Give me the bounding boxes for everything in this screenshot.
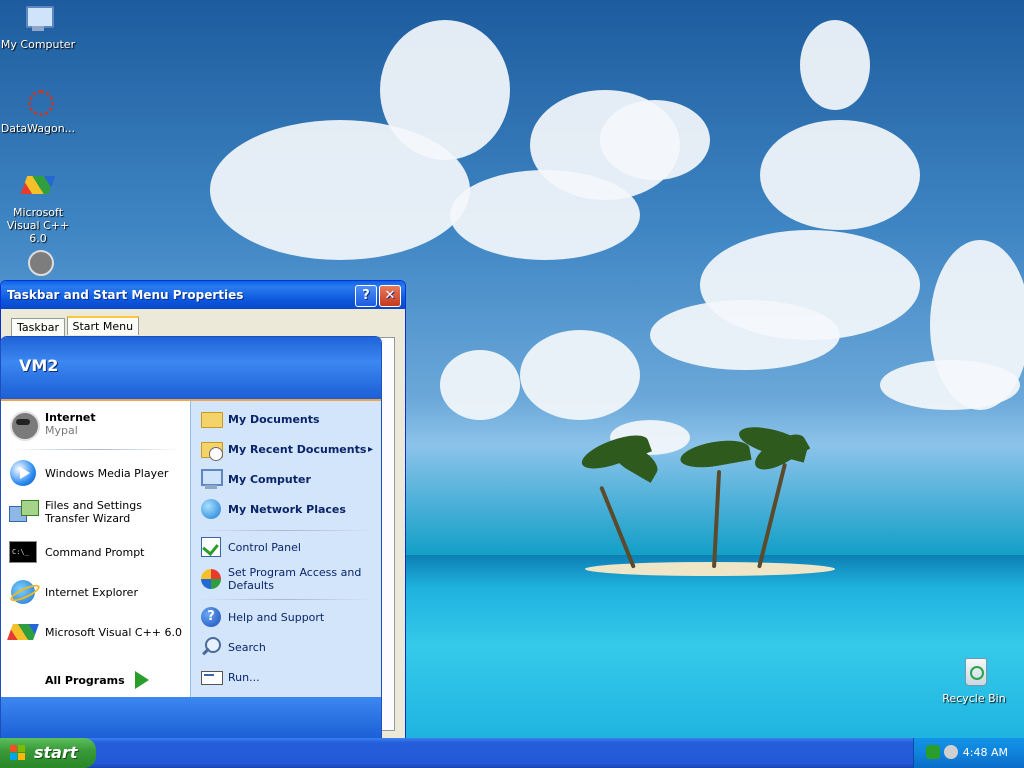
menu-item-label: Help and Support	[228, 610, 325, 624]
menu-item-files-settings-transfer[interactable]: Files and Settings Transfer Wizard	[7, 495, 187, 529]
menu-item-label: Files and Settings Transfer Wizard	[45, 499, 142, 525]
transfer-wizard-icon	[7, 496, 39, 528]
search-icon	[199, 635, 223, 659]
visual-cpp-icon	[20, 170, 56, 202]
windows-logo-icon	[10, 745, 26, 761]
tab-strip: Taskbar Start Menu	[11, 316, 140, 336]
visual-cpp-icon	[7, 616, 39, 648]
start-menu[interactable]: VM2 Internet Mypal Windows Media Player F…	[0, 336, 382, 740]
network-places-icon	[199, 497, 223, 521]
recent-documents-icon	[199, 437, 223, 461]
program-access-icon	[199, 567, 223, 591]
desktop-icon-recycle-bin[interactable]: Recycle Bin	[934, 656, 1014, 705]
submenu-arrow-icon: ▸	[367, 443, 373, 455]
my-computer-icon	[199, 467, 223, 491]
green-arrow-icon	[134, 671, 149, 689]
menu-item-command-prompt[interactable]: C:\_ Command Prompt	[7, 535, 187, 569]
media-player-icon	[7, 457, 39, 489]
run-icon	[199, 665, 223, 689]
menu-item-label: My Network Places	[228, 502, 346, 516]
menu-item-label: Control Panel	[228, 540, 301, 554]
help-icon: ?	[199, 605, 223, 629]
menu-item-label: Windows Media Player	[45, 466, 169, 480]
user-name: VM2	[19, 356, 59, 375]
desktop-icon-visual-cpp[interactable]: Microsoft Visual C++ 6.0	[0, 170, 78, 245]
help-button[interactable]: ?	[355, 285, 377, 307]
places-panel: My Documents My Recent Documents ▸ My Co…	[190, 401, 381, 697]
menu-item-control-panel[interactable]: Control Panel	[199, 534, 377, 560]
menu-item-label: Microsoft Visual C++ 6.0	[45, 625, 182, 639]
menu-item-my-documents[interactable]: My Documents	[199, 406, 377, 432]
menu-item-visual-cpp[interactable]: Microsoft Visual C++ 6.0	[7, 615, 187, 649]
menu-item-label: Set Program Access and Defaults	[228, 566, 362, 592]
desktop-icon-my-computer[interactable]: My Computer	[0, 2, 78, 51]
desktop-icon-datawagon[interactable]: DataWagon...	[0, 86, 78, 135]
desktop-icon-label: DataWagon...	[0, 122, 76, 135]
menu-item-my-recent-documents[interactable]: My Recent Documents ▸	[199, 436, 377, 462]
clock[interactable]: 4:48 AM	[963, 746, 1008, 759]
menu-item-set-program-access[interactable]: Set Program Access and Defaults	[199, 564, 377, 594]
menu-item-windows-media-player[interactable]: Windows Media Player	[7, 456, 187, 490]
menu-item-sublabel: Mypal	[45, 424, 78, 437]
menu-item-label: My Computer	[228, 472, 311, 486]
taskbar: start 4:48 AM	[0, 738, 1024, 768]
menu-item-label: Command Prompt	[45, 545, 145, 559]
menu-item-label: My Recent Documents	[228, 442, 367, 456]
all-programs-button[interactable]: All Programs	[45, 671, 149, 689]
desktop-icon-label: Recycle Bin	[942, 692, 1006, 705]
start-menu-user-header: VM2	[1, 337, 381, 401]
menu-item-label: My Documents	[228, 412, 320, 426]
tab-taskbar[interactable]: Taskbar	[11, 318, 65, 336]
command-prompt-icon: C:\_	[7, 536, 39, 568]
menu-item-label: Search	[228, 640, 266, 654]
close-button[interactable]: ✕	[379, 285, 401, 307]
network-tray-icon[interactable]	[926, 745, 940, 759]
menu-item-help-and-support[interactable]: ? Help and Support	[199, 604, 377, 630]
menu-item-my-network-places[interactable]: My Network Places	[199, 496, 377, 522]
desktop-icon-label: My Computer	[0, 38, 76, 51]
volume-tray-icon[interactable]	[944, 745, 958, 759]
menu-item-label: Internet Explorer	[45, 585, 138, 599]
system-tray: 4:48 AM	[913, 738, 1024, 768]
menu-item-internet[interactable]: Internet Mypal	[7, 407, 187, 441]
menu-item-my-computer[interactable]: My Computer	[199, 466, 377, 492]
menu-item-label: Run...	[228, 670, 260, 684]
window-titlebar[interactable]: Taskbar and Start Menu Properties ? ✕	[1, 281, 405, 309]
my-documents-icon	[199, 407, 223, 431]
menu-item-run[interactable]: Run...	[199, 664, 377, 690]
pinned-programs-panel: Internet Mypal Windows Media Player Files…	[1, 401, 190, 722]
raccoon-icon	[7, 408, 40, 441]
desktop-icon-label: Microsoft Visual C++ 6.0	[6, 206, 70, 245]
all-programs-label: All Programs	[45, 673, 125, 687]
start-label: start	[34, 743, 78, 762]
datawagon-icon	[22, 86, 54, 118]
control-panel-icon	[199, 535, 223, 559]
start-button[interactable]: start	[0, 738, 96, 768]
recycle-bin-icon	[958, 656, 990, 688]
window-title: Taskbar and Start Menu Properties	[7, 288, 244, 302]
desktop-icon-mypal[interactable]	[0, 246, 78, 282]
menu-item-search[interactable]: Search	[199, 634, 377, 660]
raccoon-icon	[22, 246, 54, 278]
menu-item-internet-explorer[interactable]: Internet Explorer	[7, 575, 187, 609]
internet-explorer-icon	[7, 576, 42, 608]
my-computer-icon	[22, 2, 54, 34]
tab-start-menu[interactable]: Start Menu	[66, 316, 140, 335]
start-menu-footer	[1, 697, 381, 739]
menu-item-label: Internet	[45, 411, 96, 424]
